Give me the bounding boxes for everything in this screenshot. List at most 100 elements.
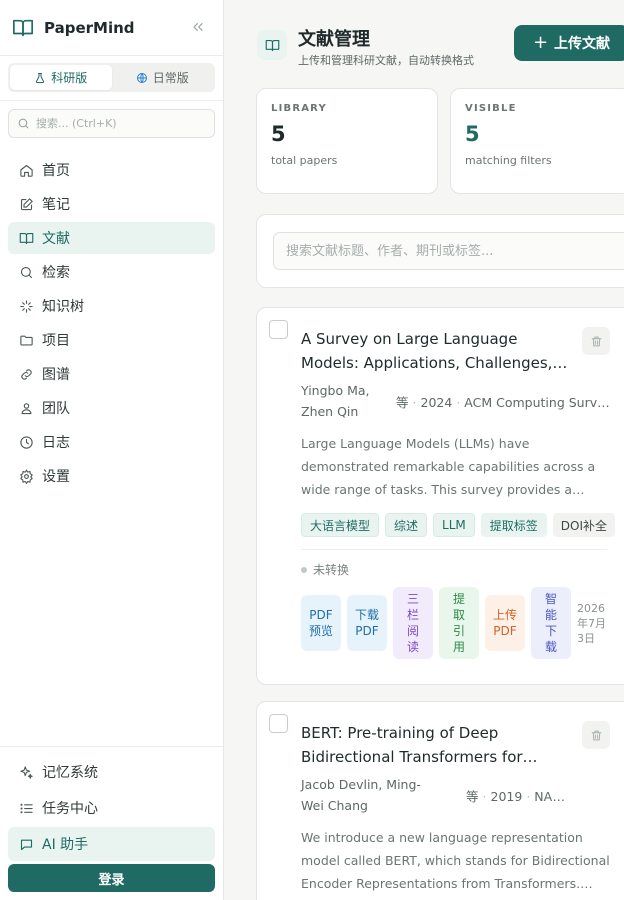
sidebar-search-input[interactable]: [36, 117, 206, 130]
paper-venue: NAACL: [534, 789, 571, 804]
globe-icon: [136, 72, 147, 83]
paper-actions: PDF预览 下载PDF 三栏阅读 提取引用 上传PDF 智能下载 2026年7月…: [301, 587, 609, 659]
upload-paper-button[interactable]: + 上传文献: [514, 25, 624, 61]
sidebar-item-team[interactable]: 团队: [8, 392, 215, 424]
sparkle-tree-icon: [20, 299, 33, 313]
sidebar-item-search[interactable]: 检索: [8, 256, 215, 288]
stat-desc: matching filters: [465, 154, 552, 167]
sidebar-item-label: 记忆系统: [42, 765, 98, 781]
sidebar-item-label: 日志: [42, 435, 70, 451]
sidebar-item-notes[interactable]: 笔记: [8, 188, 215, 220]
sidebar-item-memory[interactable]: 记忆系统: [8, 755, 215, 789]
plus-icon: +: [532, 32, 549, 53]
divider: [0, 100, 223, 101]
paper-card[interactable]: A Survey on Large Language Models: Appli…: [256, 307, 624, 685]
extract-tags-button[interactable]: 提取标签: [480, 513, 547, 537]
sidebar-item-label: 设置: [42, 469, 70, 485]
separator-dot: ·: [482, 789, 487, 804]
mode-research-label: 科研版: [51, 71, 88, 85]
sidebar-item-knowledge-tree[interactable]: 知识树: [8, 290, 215, 322]
sidebar-search[interactable]: [8, 109, 215, 138]
paper-select-checkbox[interactable]: [269, 320, 288, 339]
mode-research-button[interactable]: 科研版: [10, 65, 112, 90]
search-icon: [20, 266, 33, 278]
clock-icon: [20, 435, 33, 449]
paper-etal: 等: [396, 395, 409, 410]
separator-dot: ·: [456, 395, 461, 410]
conversion-status-label: 未转换: [313, 563, 350, 577]
delete-paper-button[interactable]: [582, 327, 610, 355]
sidebar-item-label: 图谱: [42, 367, 70, 383]
book-open-icon: [19, 232, 34, 244]
chat-icon: [20, 839, 33, 850]
conversion-status: 未转换: [301, 561, 349, 578]
three-column-read-button[interactable]: 三栏阅读: [393, 587, 433, 659]
paper-tag[interactable]: 大语言模型: [301, 513, 380, 537]
separator-dot: ·: [526, 789, 531, 804]
paper-title[interactable]: A Survey on Large Language Models: Appli…: [301, 327, 576, 375]
stat-value: 5: [271, 122, 286, 146]
smart-download-button[interactable]: 智能下载: [531, 587, 571, 659]
action-label: PDF预览: [309, 608, 334, 638]
settings-icon: [20, 468, 33, 484]
paper-tags: 大语言模型 综述 LLM 提取标签 DOI补全: [301, 513, 621, 537]
divider: [0, 746, 223, 747]
mode-daily-button[interactable]: 日常版: [112, 65, 214, 90]
extract-citations-button[interactable]: 提取引用: [439, 587, 479, 659]
mode-daily-label: 日常版: [152, 71, 189, 85]
sidebar-item-settings[interactable]: 设置: [8, 460, 215, 492]
paper-abstract: Large Language Models (LLMs) have demons…: [301, 436, 596, 497]
upload-pdf-button[interactable]: 上传PDF: [485, 595, 525, 651]
paper-meta-details: 等 · 2024 · ACM Computing Surveys: [396, 392, 611, 411]
login-button[interactable]: 登录: [8, 864, 215, 892]
team-icon: [21, 402, 32, 414]
sidebar-item-label: 笔记: [42, 197, 70, 213]
delete-paper-button[interactable]: [582, 721, 610, 749]
sidebar-item-label: 团队: [42, 401, 70, 417]
paper-card[interactable]: BERT: Pre-training of Deep Bidirectional…: [256, 701, 624, 900]
action-label: 提取引用: [452, 592, 465, 654]
page-subtitle: 上传和管理科研文献，自动转换格式: [298, 54, 474, 67]
download-pdf-button[interactable]: 下载PDF: [347, 595, 387, 651]
sidebar-item-label: 检索: [42, 265, 70, 281]
sidebar-bottom-nav: 记忆系统 任务中心 AI 助手: [8, 755, 215, 863]
sidebar-item-graph[interactable]: 图谱: [8, 358, 215, 390]
divider: [301, 549, 607, 550]
paper-tag[interactable]: 综述: [385, 513, 428, 537]
sidebar-item-label: 知识树: [42, 299, 84, 315]
paper-year: 2019: [490, 789, 523, 804]
sidebar-nav: 首页 笔记 文献 检索 知识树 项目 图谱 团队 日志 设置: [8, 154, 215, 494]
header-icon: [257, 30, 287, 60]
paper-venue: ACM Computing Surveys: [464, 395, 611, 410]
sidebar-item-home[interactable]: 首页: [8, 154, 215, 186]
status-dot: [301, 566, 307, 573]
stat-label: LIBRARY: [271, 103, 327, 114]
stat-value: 5: [465, 122, 480, 146]
sidebar-item-log[interactable]: 日志: [8, 426, 215, 458]
collapse-sidebar-icon[interactable]: [190, 19, 206, 35]
page-title: 文献管理: [298, 29, 370, 50]
paper-tag[interactable]: LLM: [433, 513, 475, 537]
doi-complete-button[interactable]: DOI补全: [552, 513, 616, 537]
paper-select-checkbox[interactable]: [269, 714, 288, 733]
book-open-icon: [265, 39, 279, 51]
sidebar-item-label: 任务中心: [42, 801, 98, 817]
sidebar-item-tasks[interactable]: 任务中心: [8, 791, 215, 825]
sidebar-item-literature[interactable]: 文献: [8, 222, 215, 254]
sidebar-item-label: 文献: [42, 231, 70, 247]
sidebar: PaperMind 科研版 日常版 首页 笔记 文献: [0, 0, 224, 900]
brand[interactable]: PaperMind: [12, 14, 212, 42]
trash-icon: [591, 336, 601, 346]
pdf-preview-button[interactable]: PDF预览: [301, 595, 341, 651]
mode-switch: 科研版 日常版: [8, 63, 215, 92]
paper-search-input[interactable]: [273, 232, 624, 270]
sidebar-item-projects[interactable]: 项目: [8, 324, 215, 356]
paper-search-panel: [256, 214, 624, 288]
home-icon: [20, 164, 33, 177]
paper-meta: Yingbo Ma, Zhen Qin 等 · 2024 · ACM Computing…: [301, 380, 611, 422]
action-label: 下载PDF: [355, 608, 380, 638]
sidebar-item-ai-assistant[interactable]: AI 助手: [8, 827, 215, 861]
main-content: 文献管理 上传和管理科研文献，自动转换格式 + 上传文献 LIBRARY 5 t…: [224, 0, 624, 900]
list-icon: [20, 803, 33, 813]
paper-title[interactable]: BERT: Pre-training of Deep Bidirectional…: [301, 721, 576, 769]
